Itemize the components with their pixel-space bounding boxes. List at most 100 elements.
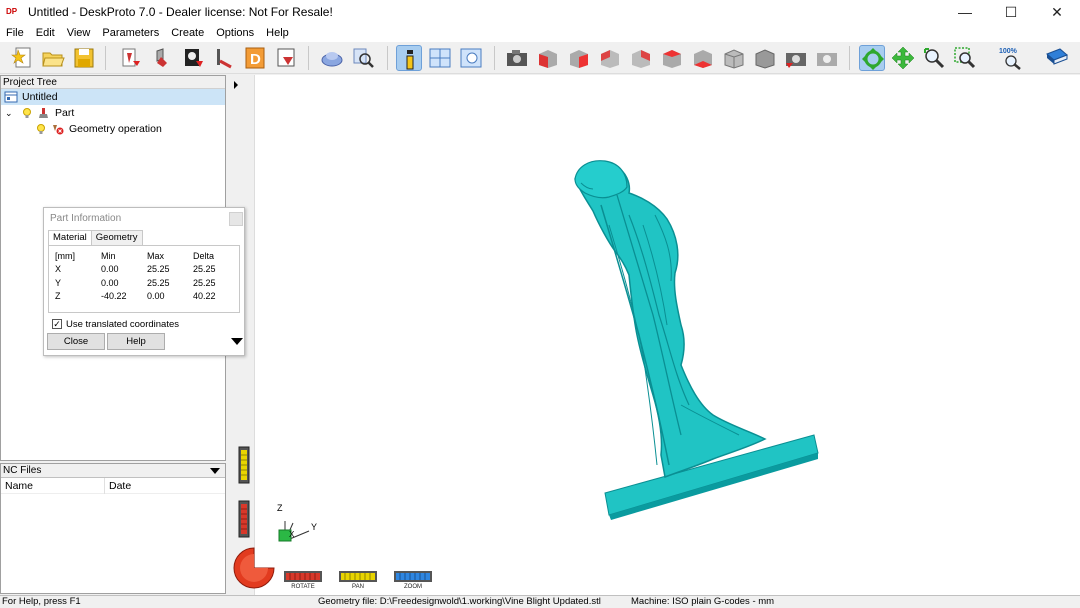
rotate-icon[interactable] — [859, 45, 885, 71]
min-cell: 0.00 — [101, 277, 119, 288]
project-tree-header: Project Tree — [1, 76, 225, 89]
lightbulb-icon[interactable] — [21, 107, 33, 119]
zoom-slider-icon[interactable] — [394, 571, 432, 582]
info-icon[interactable] — [396, 45, 422, 71]
view-back-icon[interactable] — [566, 45, 592, 71]
tab-geometry[interactable]: Geometry — [90, 230, 143, 245]
part-information-dialog: Part Information Material Geometry [mm] … — [43, 207, 245, 356]
close-button[interactable]: Close — [47, 333, 105, 350]
maximize-button[interactable]: ☐ — [988, 0, 1034, 24]
menu-bar: File Edit View Parameters Create Options… — [0, 24, 1080, 42]
pan-label: PAN — [352, 584, 364, 590]
menu-create[interactable]: Create — [165, 27, 210, 39]
new-project-icon[interactable] — [10, 45, 36, 71]
column-header-date[interactable]: Date — [105, 478, 223, 494]
lightbulb-icon[interactable] — [35, 123, 47, 135]
expand-arrow-icon[interactable] — [231, 338, 243, 345]
max-cell: 25.25 — [147, 277, 170, 288]
menu-edit[interactable]: Edit — [30, 27, 61, 39]
minimize-button[interactable]: — — [942, 0, 988, 24]
menu-options[interactable]: Options — [210, 27, 260, 39]
view-right-icon[interactable] — [628, 45, 654, 71]
help-book-icon[interactable] — [1044, 45, 1070, 71]
zoom-100-icon[interactable]: 100% — [998, 45, 1024, 71]
pan-slider-icon[interactable] — [339, 571, 377, 582]
main-toolbar: D 100% — [0, 42, 1080, 74]
pan-icon[interactable] — [890, 45, 916, 71]
rotate-dial-icon[interactable] — [232, 546, 278, 590]
status-machine: Machine: ISO plain G-codes - mm — [631, 596, 775, 607]
translated-coordinates-label: Use translated coordinates — [66, 318, 180, 330]
nc-files-header: NC Files — [3, 465, 42, 476]
translated-coordinates-option[interactable]: ✓ Use translated coordinates — [52, 317, 244, 331]
status-geometry-file: Geometry file: D:\Freedesignwold\1.worki… — [318, 596, 601, 607]
bitmap-icon[interactable] — [180, 45, 206, 71]
view-left-icon[interactable] — [597, 45, 623, 71]
open-icon[interactable] — [40, 45, 66, 71]
tree-item-geometry-operation[interactable]: Geometry operation — [1, 121, 225, 137]
tree-item-part[interactable]: ⌄ Part — [1, 105, 225, 121]
axis-y-label: Y — [311, 522, 317, 532]
menu-view[interactable]: View — [61, 27, 97, 39]
axis-z-label: Z — [277, 503, 283, 513]
view-icon[interactable] — [458, 45, 484, 71]
view-front-icon[interactable] — [535, 45, 561, 71]
close-window-button[interactable]: ✕ — [1034, 0, 1080, 24]
delta-header: Delta — [193, 250, 215, 261]
help-button[interactable]: Help — [107, 333, 165, 350]
part-icon[interactable] — [149, 45, 175, 71]
delta-cell: 40.22 — [193, 291, 216, 302]
rotate-slider-icon[interactable] — [284, 571, 322, 582]
zoom-label: ZOOM — [404, 584, 422, 590]
view-top-icon[interactable] — [659, 45, 685, 71]
load-geometry-icon[interactable] — [118, 45, 144, 71]
save-nc-icon[interactable] — [273, 45, 299, 71]
tree-item-untitled[interactable]: Untitled — [1, 89, 225, 105]
menu-help[interactable]: Help — [260, 27, 295, 39]
translated-coordinates-checkbox[interactable]: ✓ — [52, 319, 62, 329]
max-header: Max — [147, 250, 165, 261]
window-title: Untitled - DeskProto 7.0 - Dealer licens… — [28, 5, 333, 19]
view-iso2-icon[interactable] — [752, 45, 778, 71]
table-row: Z -40.22 0.00 40.22 — [55, 290, 233, 304]
save-icon[interactable] — [71, 45, 97, 71]
tree-item-part-label: Part — [55, 107, 75, 119]
zoom-in-icon[interactable] — [921, 45, 947, 71]
simulate-icon[interactable] — [319, 45, 345, 71]
menu-file[interactable]: File — [0, 27, 30, 39]
dialog-close-box[interactable] — [229, 212, 243, 226]
collapse-chevron-icon[interactable]: ⌄ — [5, 108, 19, 119]
max-cell: 25.25 — [147, 264, 170, 275]
menu-parameters[interactable]: Parameters — [96, 27, 165, 39]
preview-icon[interactable] — [350, 45, 376, 71]
zoom-window-icon[interactable] — [952, 45, 978, 71]
material-tab-content: [mm] Min Max Delta X 0.00 25.25 25.25 Y … — [48, 245, 240, 313]
operation-error-icon — [51, 123, 65, 135]
camera-icon[interactable] — [504, 45, 530, 71]
min-header: Min — [101, 250, 116, 261]
table-row: Y 0.00 25.25 25.25 — [55, 276, 233, 290]
view-bottom-icon[interactable] — [690, 45, 716, 71]
layout-icon[interactable] — [427, 45, 453, 71]
rotate-label: ROTATE — [291, 584, 315, 590]
delta-cell: 25.25 — [193, 277, 216, 288]
project-icon — [4, 91, 18, 103]
app-logo-icon: DP — [6, 7, 18, 16]
column-header-name[interactable]: Name — [1, 477, 105, 494]
model-render: Z Y X — [277, 160, 819, 542]
dropdown-arrow-icon[interactable] — [210, 468, 220, 474]
tab-material[interactable]: Material — [48, 230, 92, 245]
render-icon[interactable] — [783, 45, 809, 71]
drawing-icon[interactable]: D — [242, 45, 268, 71]
status-bar: For Help, press F1 Geometry file: D:\Fre… — [0, 595, 1080, 607]
render2-icon[interactable] — [814, 45, 840, 71]
min-cell: 0.00 — [101, 264, 119, 275]
3d-viewport[interactable]: Z Y X — [229, 75, 1080, 595]
max-cell: 0.00 — [147, 291, 165, 302]
min-cell: -40.22 — [101, 291, 127, 302]
status-help: For Help, press F1 — [2, 596, 81, 607]
vector-icon[interactable] — [211, 45, 237, 71]
zoom-slider-yellow-icon — [238, 446, 250, 484]
view-iso-icon[interactable] — [721, 45, 747, 71]
title-bar: DP Untitled - DeskProto 7.0 - Dealer lic… — [0, 0, 1080, 24]
